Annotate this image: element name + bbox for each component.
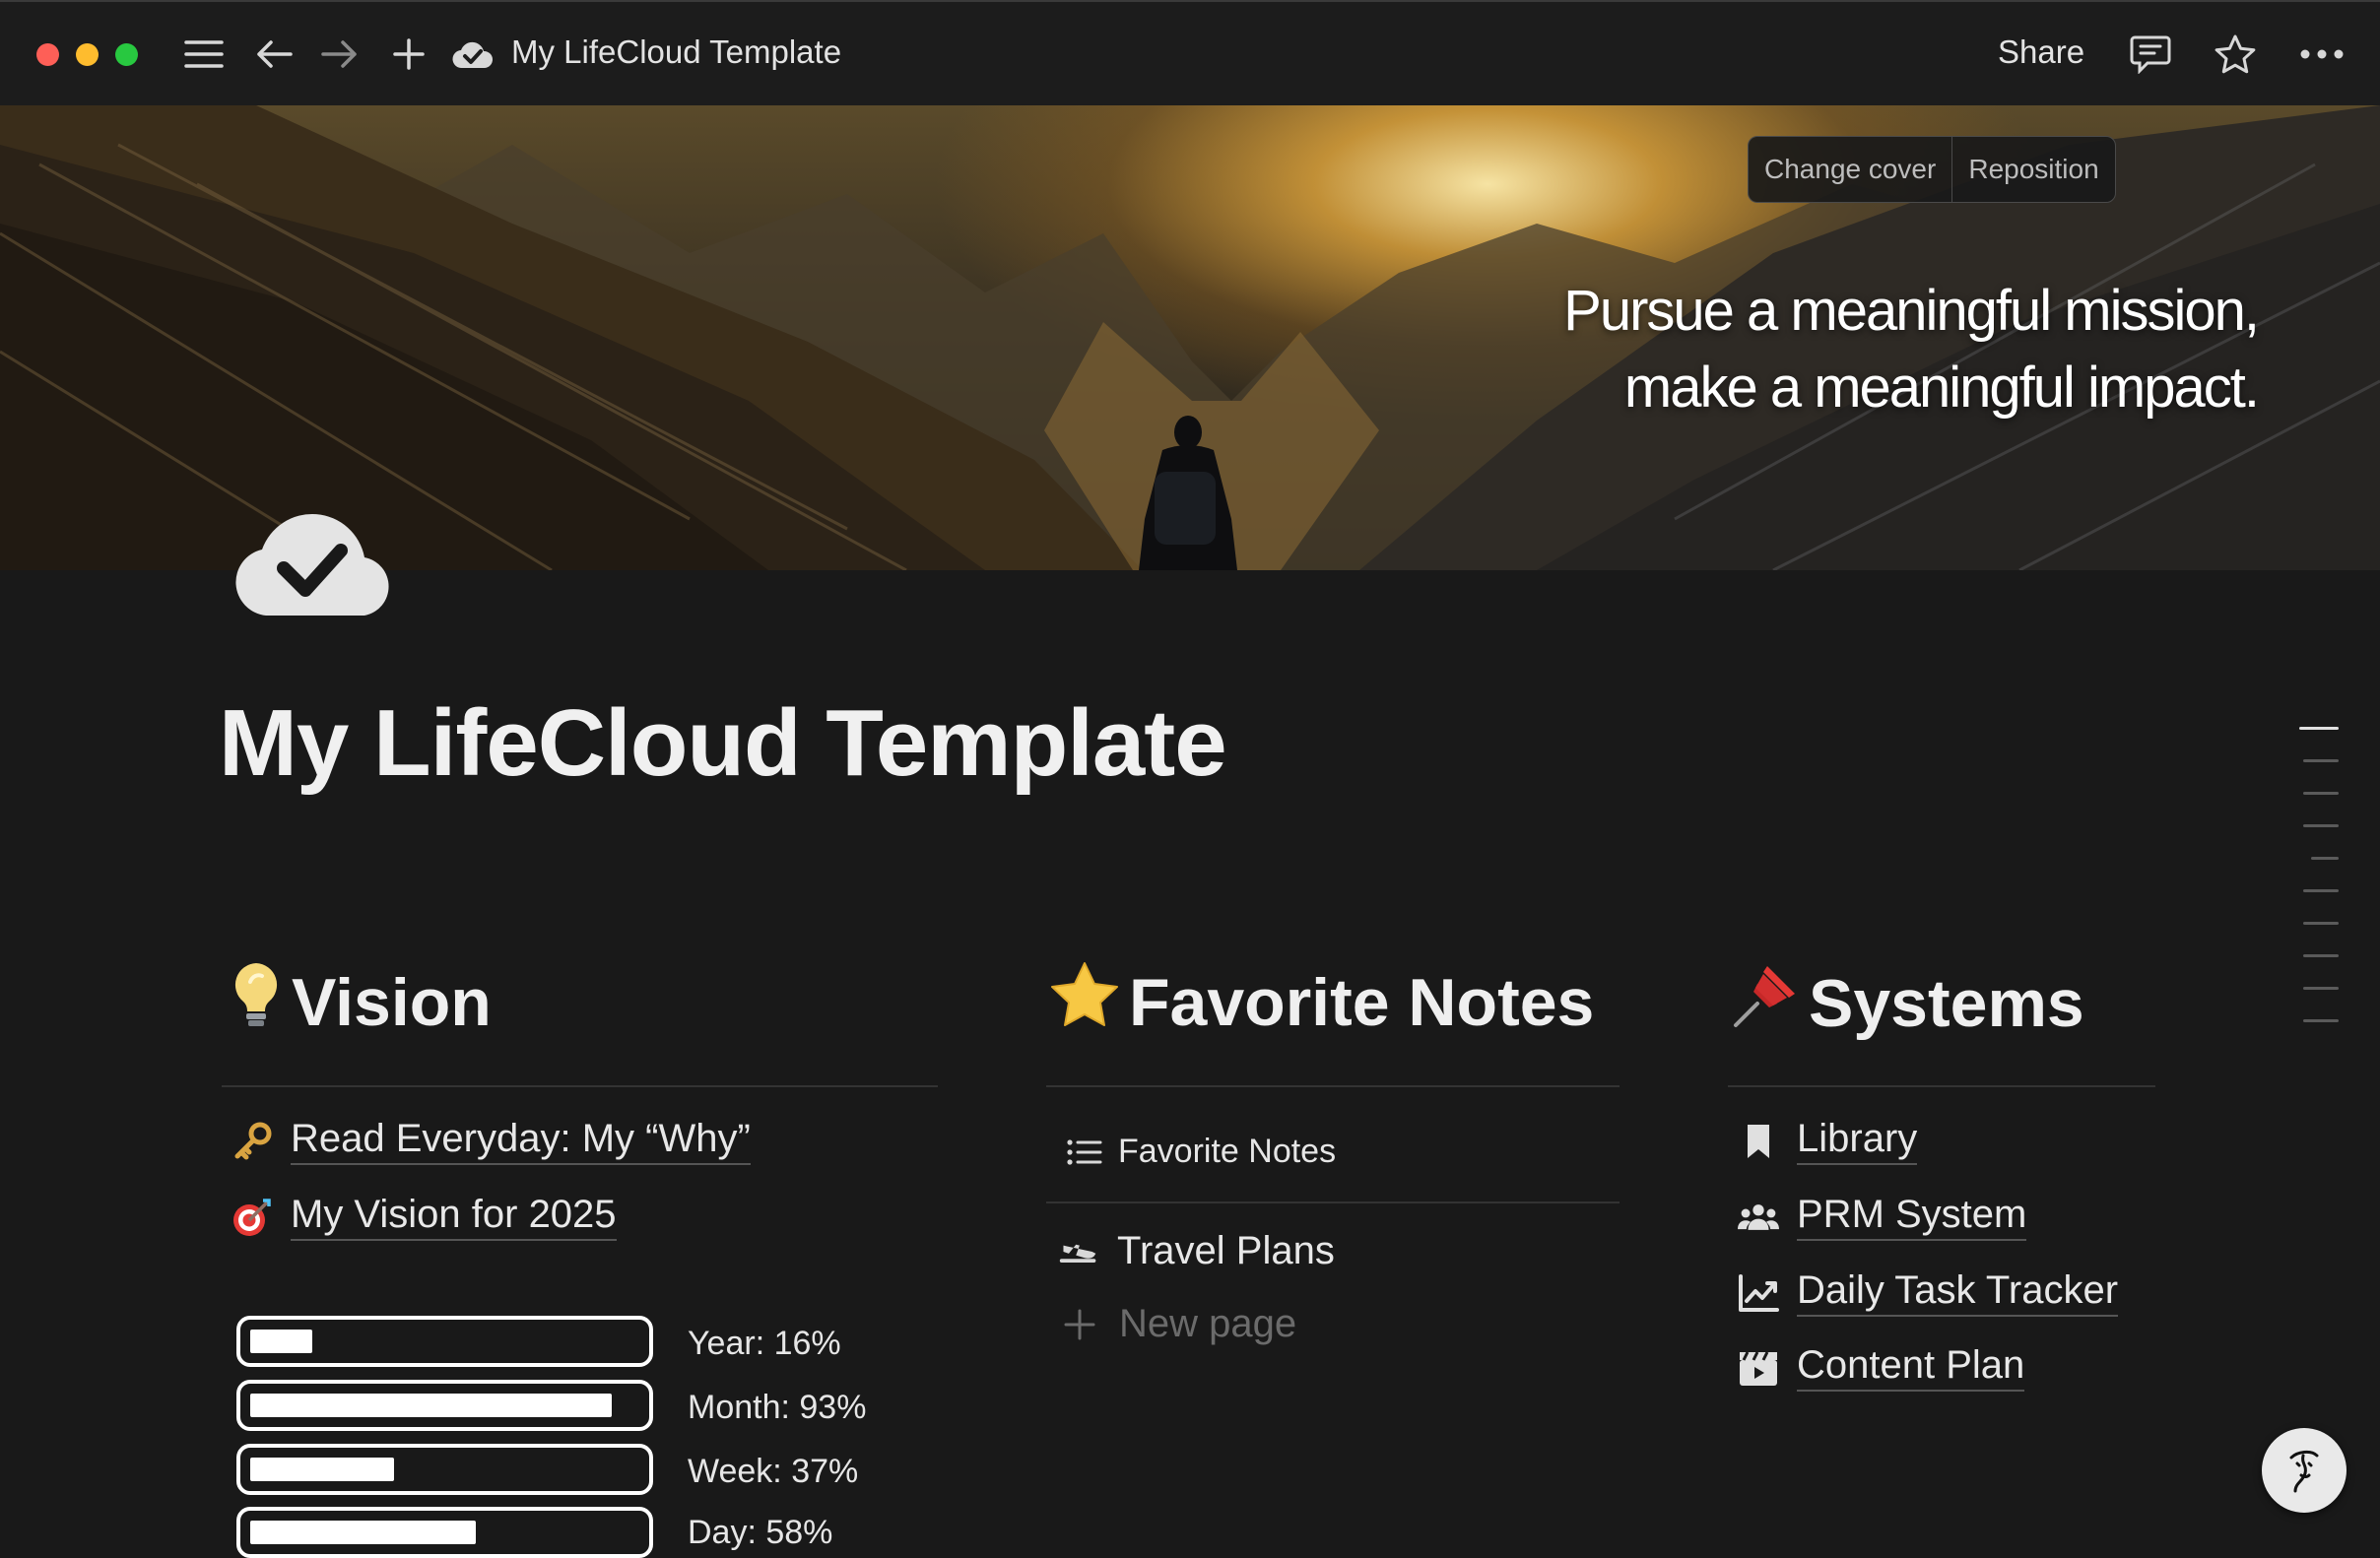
page-icon-cloud-check[interactable]: [231, 495, 398, 623]
progress-bar-year: [236, 1316, 653, 1367]
library-link[interactable]: Library: [1738, 1117, 1918, 1165]
daily-task-tracker-label[interactable]: Daily Task Tracker: [1797, 1268, 2119, 1317]
progress-bar-day: [236, 1507, 653, 1558]
toc-line[interactable]: [2303, 792, 2339, 795]
key-icon: [231, 1121, 273, 1162]
systems-heading-text: Systems: [1809, 966, 2084, 1041]
reposition-button[interactable]: Reposition: [1951, 137, 2114, 202]
page-title[interactable]: My LifeCloud Template: [219, 689, 1227, 798]
content-plan-label[interactable]: Content Plan: [1797, 1343, 2025, 1392]
sidebar-menu-icon[interactable]: [181, 30, 227, 79]
toc-line[interactable]: [2303, 987, 2339, 990]
link-read-everyday-label[interactable]: Read Everyday: My “Why”: [291, 1117, 751, 1165]
target-icon: [231, 1197, 273, 1238]
comment-icon[interactable]: [2128, 30, 2173, 79]
chart-line-icon: [1738, 1272, 1779, 1314]
cover-controls: Change cover Reposition: [1748, 136, 2116, 203]
toc-line[interactable]: [2311, 857, 2339, 860]
favorite-notes-section: Favorite Notes: [1048, 960, 1594, 1045]
cover-quote: Pursue a meaningful mission, make a mean…: [1563, 273, 2260, 426]
content-plan-link[interactable]: Content Plan: [1738, 1343, 2025, 1392]
link-read-everyday[interactable]: Read Everyday: My “Why”: [231, 1117, 751, 1165]
cloud-check-icon: [235, 513, 389, 616]
favorite-notes-heading: Favorite Notes: [1048, 960, 1594, 1045]
breadcrumb-page-title[interactable]: My LifeCloud Template: [511, 33, 841, 71]
favorite-notes-view-tab[interactable]: Favorite Notes: [1067, 1133, 1336, 1171]
link-my-vision-2025[interactable]: My Vision for 2025: [231, 1193, 617, 1241]
pushpin-icon: [1730, 960, 1801, 1047]
toc-line[interactable]: [2303, 1019, 2339, 1022]
face-doodle-icon: [2289, 1450, 2319, 1493]
systems-divider: [1728, 1085, 2155, 1087]
progress-fill-year: [250, 1330, 312, 1353]
progress-label-year: Year: 16%: [688, 1325, 841, 1362]
vision-heading-text: Vision: [292, 965, 492, 1040]
plus-icon[interactable]: [386, 30, 431, 79]
toc-line[interactable]: [2299, 727, 2339, 730]
progress-label-month: Month: 93%: [688, 1389, 867, 1426]
travel-plans-label[interactable]: Travel Plans: [1117, 1229, 1335, 1273]
star-emoji-icon: [1048, 960, 1121, 1045]
title-bar: My LifeCloud Template Share: [0, 0, 2380, 105]
systems-heading: Systems: [1730, 960, 2084, 1047]
forward-arrow-icon[interactable]: [317, 30, 363, 79]
link-my-vision-2025-label[interactable]: My Vision for 2025: [291, 1193, 617, 1241]
progress-fill-month: [250, 1394, 612, 1417]
favorite-notes-view-divider: [1046, 1201, 1620, 1203]
lightbulb-icon: [229, 960, 284, 1045]
progress-fill-week: [250, 1458, 394, 1481]
back-arrow-icon[interactable]: [251, 30, 297, 79]
toc-line[interactable]: [2303, 922, 2339, 925]
clapperboard-icon: [1738, 1347, 1779, 1389]
close-window-button[interactable]: [36, 43, 59, 66]
toc-line[interactable]: [2303, 954, 2339, 957]
favorite-notes-view-label[interactable]: Favorite Notes: [1118, 1133, 1336, 1171]
table-of-contents-indicator[interactable]: [2299, 727, 2339, 1052]
bookmark-icon: [1738, 1121, 1779, 1162]
minimize-window-button[interactable]: [76, 43, 99, 66]
progress-bar-month: [236, 1380, 653, 1431]
change-cover-button[interactable]: Change cover: [1749, 137, 1951, 202]
prm-system-link[interactable]: PRM System: [1738, 1193, 2027, 1241]
toc-line[interactable]: [2303, 889, 2339, 892]
library-label[interactable]: Library: [1797, 1117, 1918, 1165]
plus-icon: [1062, 1307, 1097, 1342]
progress-bar-week: [236, 1444, 653, 1495]
people-icon: [1738, 1197, 1779, 1238]
more-icon[interactable]: [2297, 30, 2347, 79]
progress-label-week: Week: 37%: [688, 1453, 859, 1490]
new-page-label[interactable]: New page: [1119, 1302, 1296, 1346]
new-page-button[interactable]: New page: [1062, 1302, 1296, 1346]
favorite-notes-divider: [1046, 1085, 1620, 1087]
prm-system-label[interactable]: PRM System: [1797, 1193, 2027, 1241]
list-view-icon: [1067, 1138, 1102, 1166]
share-button[interactable]: Share: [1998, 33, 2084, 71]
help-button[interactable]: [2262, 1428, 2347, 1513]
cover-quote-line-1: Pursue a meaningful mission,: [1563, 279, 2260, 343]
toc-line[interactable]: [2303, 824, 2339, 827]
vision-divider: [222, 1085, 938, 1087]
travel-plans-item[interactable]: Travel Plans: [1058, 1229, 1335, 1273]
progress-label-day: Day: 58%: [688, 1514, 833, 1551]
favorite-notes-heading-text: Favorite Notes: [1129, 965, 1595, 1040]
vision-heading: Vision: [229, 960, 492, 1045]
cloud-check-icon: [450, 30, 496, 79]
toc-line[interactable]: [2303, 759, 2339, 762]
star-icon[interactable]: [2213, 30, 2258, 79]
zoom-window-button[interactable]: [115, 43, 138, 66]
systems-section: Systems: [1730, 960, 2084, 1047]
daily-task-tracker-link[interactable]: Daily Task Tracker: [1738, 1268, 2119, 1317]
airplane-takeoff-icon: [1058, 1231, 1099, 1272]
cover-quote-line-2: make a meaningful impact.: [1623, 356, 2260, 420]
progress-fill-day: [250, 1521, 476, 1544]
vision-section: Vision: [229, 960, 492, 1045]
